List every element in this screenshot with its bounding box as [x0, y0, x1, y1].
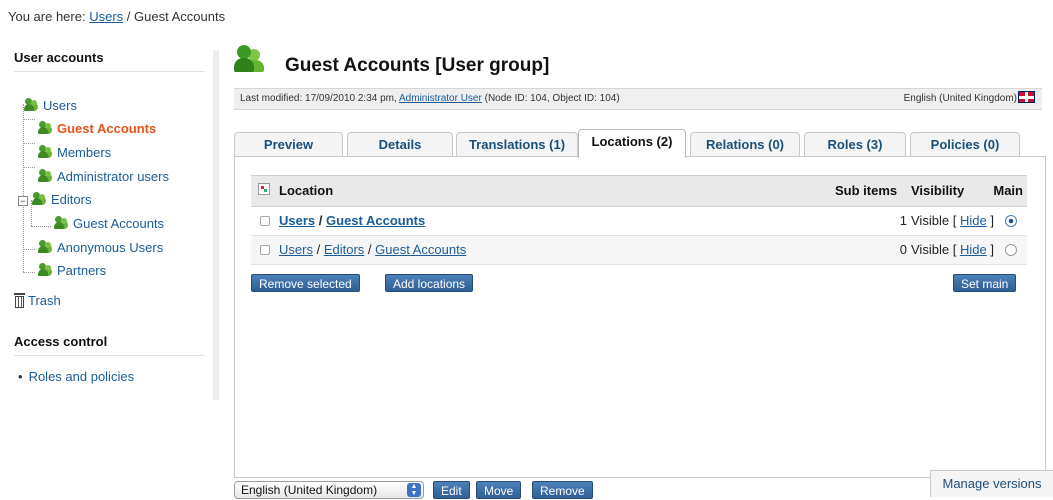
- remove-selected-button[interactable]: Remove selected: [251, 274, 360, 292]
- tree-item-editors[interactable]: Editors: [32, 190, 91, 210]
- invert-selection-icon[interactable]: [258, 183, 270, 195]
- breadcrumb-separator: /: [126, 9, 131, 24]
- tree-item-members[interactable]: Members: [38, 143, 111, 163]
- tab-policies[interactable]: Policies (0): [910, 132, 1020, 156]
- tab-bar: Preview Details Translations (1) Locatio…: [234, 129, 1042, 158]
- path-link[interactable]: Editors: [324, 242, 364, 257]
- bullet-icon: •: [18, 369, 23, 384]
- collapse-icon[interactable]: −: [18, 196, 28, 206]
- tree-connector: [23, 167, 35, 168]
- language-select-value: English (United Kingdom): [241, 483, 378, 497]
- page-title: Guest Accounts [User group]: [285, 55, 550, 76]
- move-button[interactable]: Move: [476, 481, 522, 499]
- language-label: English (United Kingdom): [903, 93, 1017, 104]
- trash-label: Trash: [28, 293, 61, 308]
- tree-item-users[interactable]: Users: [24, 96, 77, 116]
- column-sub-items: Sub items: [835, 183, 898, 198]
- modified-user-link[interactable]: Administrator User: [399, 93, 482, 104]
- hide-link[interactable]: Hide: [960, 213, 987, 228]
- roles-and-policies-item: • Roles and policies: [18, 369, 134, 384]
- sub-items-count: 1: [899, 213, 907, 228]
- uk-flag-icon: [1018, 91, 1035, 103]
- tree-item-guest-accounts[interactable]: Guest Accounts: [38, 119, 156, 139]
- breadcrumb: You are here: Users / Guest Accounts: [8, 9, 225, 24]
- add-locations-button[interactable]: Add locations: [385, 274, 474, 292]
- tree-connector: [23, 143, 35, 144]
- trash-link[interactable]: Trash: [14, 293, 61, 308]
- tab-roles[interactable]: Roles (3): [804, 132, 906, 156]
- object-ids: (Node ID: 104, Object ID: 104): [484, 93, 620, 104]
- set-main-button[interactable]: Set main: [953, 274, 1017, 292]
- main-location-radio[interactable]: [1005, 244, 1017, 256]
- language-select[interactable]: English (United Kingdom) ▲ ▼: [234, 481, 424, 499]
- user-group-icon: [32, 192, 48, 206]
- tab-relations[interactable]: Relations (0): [690, 132, 800, 156]
- visibility-cell: Visible [ Hide ]: [911, 213, 994, 228]
- path-link[interactable]: Users: [279, 213, 315, 228]
- row-checkbox[interactable]: [260, 245, 270, 255]
- tree-connector: [23, 119, 35, 120]
- table-row: Users / Guest Accounts 1 Visible [ Hide …: [251, 207, 1027, 236]
- path-link[interactable]: Guest Accounts: [326, 213, 425, 228]
- user-group-icon: [38, 169, 54, 183]
- select-arrows-icon: ▲ ▼: [407, 483, 421, 497]
- location-path: Users / Guest Accounts: [279, 213, 426, 228]
- column-location: Location: [279, 183, 334, 198]
- user-accounts-heading: User accounts: [14, 50, 204, 72]
- user-group-icon: [38, 121, 54, 135]
- tab-locations[interactable]: Locations (2): [578, 129, 686, 158]
- language-info: English (United Kingdom): [903, 89, 1035, 109]
- manage-versions-tab[interactable]: Manage versions: [930, 470, 1053, 497]
- access-control-heading: Access control: [14, 334, 204, 356]
- breadcrumb-prefix: You are here:: [8, 9, 86, 24]
- tab-translations[interactable]: Translations (1): [456, 132, 578, 156]
- column-visibility: Visibility: [911, 183, 965, 198]
- user-group-large-icon: [234, 45, 266, 75]
- locations-panel: Location Sub items Visibility Main Users…: [234, 156, 1046, 478]
- user-group-icon: [38, 240, 54, 254]
- tab-preview[interactable]: Preview: [234, 132, 343, 156]
- tree-item-editors-guest-accounts[interactable]: Guest Accounts: [54, 214, 164, 234]
- tab-details[interactable]: Details: [347, 132, 453, 156]
- object-info-bar: Last modified: 17/09/2010 2:34 pm, Admin…: [234, 88, 1042, 110]
- tree-connector: [23, 104, 24, 272]
- tree-item-administrator-users[interactable]: Administrator users: [38, 167, 169, 187]
- visibility-cell: Visible [ Hide ]: [911, 242, 994, 257]
- tree-item-anonymous-users[interactable]: Anonymous Users: [38, 238, 163, 258]
- edit-button[interactable]: Edit: [433, 481, 470, 499]
- user-group-icon: [38, 263, 54, 277]
- tree-connector: [31, 226, 51, 227]
- table-header: Location Sub items Visibility Main: [251, 175, 1027, 207]
- hide-link[interactable]: Hide: [960, 242, 987, 257]
- modified-info: Last modified: 17/09/2010 2:34 pm, Admin…: [240, 89, 620, 109]
- path-link[interactable]: Users: [279, 242, 313, 257]
- tree-connector: [23, 249, 35, 250]
- table-row: Users / Editors / Guest Accounts 0 Visib…: [251, 236, 1027, 265]
- roles-and-policies-link[interactable]: Roles and policies: [29, 369, 135, 384]
- column-main: Main: [993, 183, 1023, 198]
- sub-items-count: 0: [899, 242, 907, 257]
- tree-item-partners[interactable]: Partners: [38, 261, 106, 281]
- breadcrumb-current: Guest Accounts: [134, 9, 226, 24]
- user-group-icon: [38, 145, 54, 159]
- modified-prefix: Last modified: 17/09/2010 2:34 pm,: [240, 93, 397, 104]
- locations-table: Location Sub items Visibility Main Users…: [251, 175, 1027, 265]
- user-group-icon: [24, 98, 40, 112]
- breadcrumb-link-users[interactable]: Users: [89, 9, 123, 24]
- row-checkbox[interactable]: [260, 216, 270, 226]
- user-group-icon: [54, 216, 70, 230]
- main-location-radio[interactable]: [1005, 215, 1017, 227]
- trash-icon: [14, 293, 25, 308]
- sidebar-resize-handle[interactable]: [213, 50, 219, 400]
- tree-connector: [23, 272, 35, 273]
- location-path: Users / Editors / Guest Accounts: [279, 242, 467, 257]
- remove-button[interactable]: Remove: [532, 481, 593, 499]
- path-link[interactable]: Guest Accounts: [375, 242, 466, 257]
- left-sidebar: User accounts Users Guest Accounts Membe…: [8, 50, 213, 400]
